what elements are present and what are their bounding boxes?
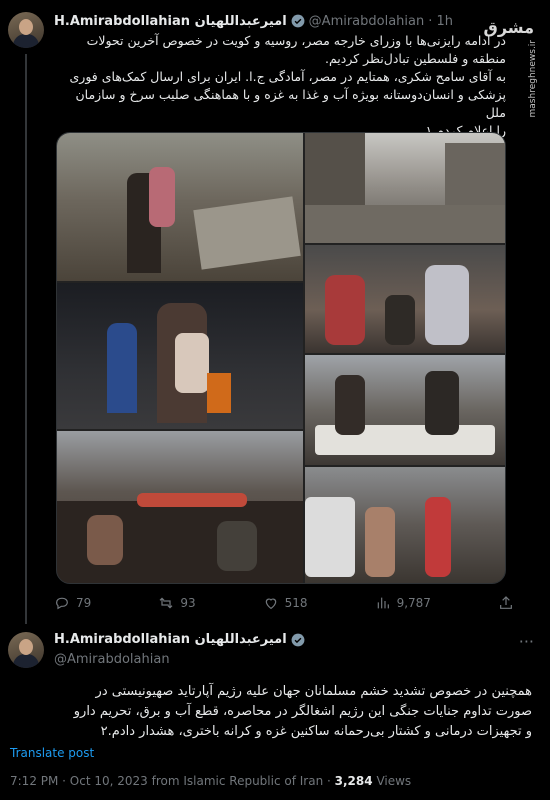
post-timestamp[interactable]: 7:12 PM · Oct 10, 2023 from Islamic Repu… (10, 774, 331, 788)
post-metadata: 7:12 PM · Oct 10, 2023 from Islamic Repu… (10, 774, 411, 788)
repost-count: 93 (180, 596, 196, 610)
reply-button[interactable]: 79 (54, 595, 91, 611)
translate-post-link[interactable]: Translate post (10, 746, 94, 760)
heart-icon (265, 598, 276, 610)
photo-mourners[interactable] (305, 355, 505, 465)
share-button[interactable] (498, 595, 514, 611)
share-icon (500, 596, 512, 609)
author-handle[interactable]: @Amirabdolahian (309, 14, 425, 29)
tweet-text: در ادامه رایزنی‌ها با وزرای خارجه مصر، ر… (69, 33, 507, 138)
reply-icon (56, 597, 68, 610)
author-name[interactable]: H.Amirabdollahian امیرعبداللهیان (54, 14, 287, 29)
photo-rubble-rescue[interactable] (57, 133, 303, 281)
photo-ambulance-crowd[interactable] (305, 467, 505, 583)
avatar-2[interactable] (8, 632, 44, 668)
repost-button[interactable]: 93 (158, 595, 196, 611)
verified-badge-icon (291, 14, 305, 28)
tweet2-header: H.Amirabdollahian امیرعبداللهیان (54, 632, 309, 647)
repost-icon (159, 597, 173, 609)
media-grid (56, 132, 506, 584)
verified-badge-icon (291, 633, 305, 646)
post-time[interactable]: · 1h (428, 14, 453, 29)
author-handle-2[interactable]: @Amirabdolahian (54, 652, 170, 667)
tweet2-text: همچنین در خصوص تشدید خشم مسلمانان جهان ع… (73, 684, 532, 739)
author-name-2[interactable]: H.Amirabdollahian امیرعبداللهیان (54, 632, 287, 647)
views-count-2: 3,284 (334, 774, 373, 788)
photo-destroyed-street[interactable] (305, 133, 505, 243)
avatar[interactable] (8, 12, 44, 48)
photo-night-carry-child[interactable] (57, 283, 303, 429)
thread-line (25, 54, 27, 624)
like-button[interactable]: 518 (263, 595, 308, 611)
tweet-actions: 79 93 518 9,787 (54, 594, 514, 612)
views-label: Views (376, 774, 412, 788)
like-count: 518 (284, 596, 308, 610)
tweet-header: H.Amirabdollahian امیرعبداللهیان @Amirab… (54, 12, 453, 30)
reply-count: 79 (76, 596, 92, 610)
views-chart-icon (377, 597, 389, 609)
photo-crowd-rubble[interactable] (305, 245, 505, 353)
watermark-url: mashreghnews.ir (528, 40, 538, 118)
views-count: 9,787 (396, 596, 431, 610)
views-button[interactable]: 9,787 (375, 595, 431, 611)
photo-crowd-stretcher[interactable] (57, 431, 303, 583)
more-dots-icon[interactable]: ··· (519, 632, 534, 651)
